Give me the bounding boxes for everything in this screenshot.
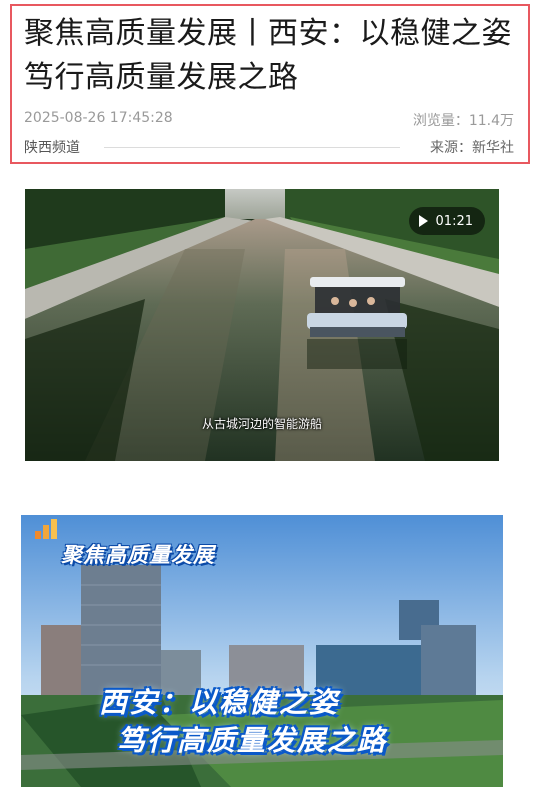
poster-headline-line2: 笃行高质量发展之路 (117, 724, 388, 757)
divider (104, 147, 400, 148)
view-count: 浏览量：11.4万 (412, 113, 514, 129)
source-label: 来源：新华社 (430, 140, 514, 156)
article-poster-image: 聚焦高质量发展 西安：以稳健之姿 笃行高质量发展之路 (21, 515, 503, 787)
play-icon (418, 215, 428, 227)
video-duration: 01:21 (435, 213, 473, 229)
video-duration-badge[interactable]: 01:21 (408, 207, 485, 235)
poster-tag: 聚焦高质量发展 (61, 543, 215, 567)
publish-date: 2025-08-26 17:45:28 (24, 110, 173, 126)
poster-headline-line1: 西安：以稳健之姿 (99, 686, 340, 719)
article-header: 聚焦高质量发展丨西安：以稳健之姿 笃行高质量发展之路 2025-08-26 17… (10, 4, 530, 164)
video-caption: 从古城河边的智能游船 (201, 417, 322, 431)
channel-link[interactable]: 陕西频道 (24, 137, 80, 157)
video-player[interactable]: 01:21 从古城河边的智能游船 (25, 189, 499, 461)
article-title: 聚焦高质量发展丨西安：以稳健之姿 笃行高质量发展之路 (24, 16, 512, 95)
